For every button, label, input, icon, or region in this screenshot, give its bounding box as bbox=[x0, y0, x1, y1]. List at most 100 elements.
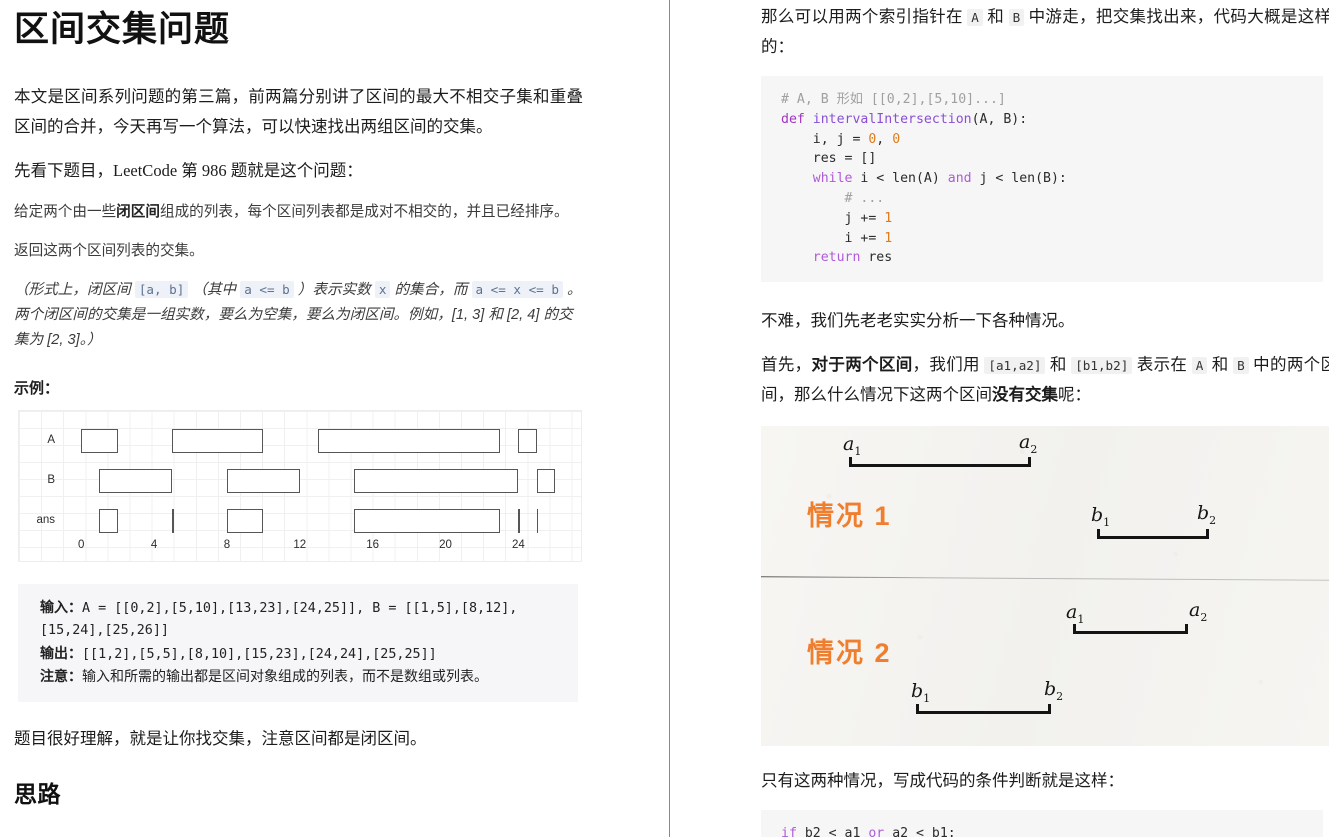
io-input-key: 输入： bbox=[40, 599, 82, 616]
quote-p3-c: ）表示实数 bbox=[293, 281, 375, 298]
case-1-label-b1: b1 bbox=[1091, 504, 1110, 529]
interval-axis-tick: 4 bbox=[150, 539, 158, 552]
interval-bar bbox=[518, 509, 520, 534]
io-output-line: 输出：[[1,2],[5,5],[8,10],[15,23],[24,24],[… bbox=[40, 642, 564, 666]
a1-letter-2: a bbox=[1066, 601, 1078, 624]
interval-bar bbox=[81, 429, 118, 454]
case-2-segment-a bbox=[1073, 624, 1188, 635]
case-1-label-b2: b2 bbox=[1197, 502, 1216, 527]
interval-bar bbox=[518, 429, 537, 454]
mid2-bold-2: 没有交集 bbox=[992, 385, 1058, 405]
inline-code-x: x bbox=[374, 280, 391, 298]
mid2-f: 和 bbox=[1207, 355, 1234, 375]
code-block-interval-intersection: # A, B 形如 [[0,2],[5,10]...] def interval… bbox=[761, 76, 1323, 283]
page-title: 区间交集问题 bbox=[14, 10, 231, 49]
inline-code-a-le-x-le-b: a <= x <= b bbox=[471, 280, 563, 298]
interval-bar bbox=[226, 469, 300, 494]
lead-paragraph: 先看下题目，LeetCode 第 986 题就是这个问题： bbox=[14, 160, 363, 180]
a2-sub-2: 2 bbox=[1200, 611, 1208, 625]
interval-bar bbox=[354, 509, 501, 534]
quote-p3-d: 的集合，而 bbox=[390, 281, 472, 298]
io-output-key: 输出： bbox=[40, 644, 82, 661]
interval-bar bbox=[172, 429, 264, 454]
io-note-value: 输入和所需的输出都是区间对象组成的列表，而不是数组或列表。 bbox=[82, 668, 488, 685]
interval-row-label-B: B bbox=[47, 474, 55, 487]
interval-row-label-A: A bbox=[47, 434, 55, 447]
io-output-value: [[1,2],[5,5],[8,10],[15,23],[24,24],[25,… bbox=[82, 646, 437, 662]
interval-bar bbox=[354, 469, 519, 494]
interval-axis-tick: 20 bbox=[439, 539, 452, 552]
example-label: 示例： bbox=[14, 380, 60, 398]
quote-p3-b: （其中 bbox=[188, 281, 241, 298]
a2-letter: a bbox=[1019, 431, 1031, 454]
interval-bar bbox=[536, 469, 555, 494]
interval-bar bbox=[99, 469, 173, 494]
io-note-line: 注意：输入和所需的输出都是区间对象组成的列表，而不是数组或列表。 bbox=[40, 665, 564, 689]
quote-paragraph-1: 给定两个由一些闭区间组成的列表，每个区间列表都是成对不相交的，并且已经排序。 bbox=[14, 200, 583, 225]
right-bottom-paragraph: 只有这两种情况，写成代码的条件判断就是这样： bbox=[761, 771, 1124, 791]
case-1-label-a1: a1 bbox=[843, 433, 861, 458]
quote-paragraph-2: 返回这两个区间列表的交集。 bbox=[14, 242, 204, 259]
inline-code-b1b2: [b1,b2] bbox=[1071, 357, 1133, 375]
a1-sub-2: 1 bbox=[1077, 613, 1085, 627]
case-2-label-b1: b1 bbox=[911, 680, 930, 705]
two-column-document-page: 区间交集问题 本文是区间系列问题的第三篇，前两篇分别讲了区间的最大不相交子集和重… bbox=[0, 0, 1329, 837]
b2-letter: b bbox=[1197, 502, 1210, 525]
intro-paragraph: 本文是区间系列问题的第三篇，前两篇分别讲了区间的最大不相交子集和重叠区间的合并，… bbox=[14, 86, 583, 136]
b1-sub: 1 bbox=[1103, 516, 1111, 530]
right-top-b: 和 bbox=[982, 7, 1009, 26]
interval-axis-tick: 12 bbox=[293, 539, 307, 552]
mid2-a: 首先， bbox=[761, 355, 812, 375]
b1-letter-2: b bbox=[911, 680, 924, 703]
left-column: 区间交集问题 本文是区间系列问题的第三篇，前两篇分别讲了区间的最大不相交子集和重… bbox=[0, 0, 669, 837]
inline-code-B-2: B bbox=[1233, 357, 1249, 375]
interval-bar bbox=[172, 509, 174, 534]
interval-bar bbox=[226, 509, 264, 534]
interval-axis-tick: 0 bbox=[78, 539, 85, 552]
mid2-d: 和 bbox=[1045, 355, 1072, 375]
right-top-a: 那么可以用两个索引指针在 bbox=[761, 7, 968, 26]
code-block-no-intersection-condition: if b2 < a1 or a2 < b1: [a1,a2] 和 [b1,b2]… bbox=[761, 810, 1323, 837]
after-example-paragraph: 题目很好理解，就是让你找交集，注意区间都是闭区间。 bbox=[14, 729, 427, 749]
case-2-label-a2: a2 bbox=[1189, 599, 1207, 624]
quote-paragraph-3: （形式上，闭区间 [a, b] （其中 a <= b ）表示实数 x 的集合，而… bbox=[14, 278, 583, 353]
right-mid-paragraph-2: 首先，对于两个区间，我们用 [a1,a2] 和 [b1,b2] 表示在 A 和 … bbox=[761, 350, 1329, 410]
b1-letter: b bbox=[1091, 504, 1104, 527]
b2-letter-2: b bbox=[1044, 678, 1057, 701]
right-top-paragraph: 那么可以用两个索引指针在 A 和 B 中游走，把交集找出来，代码大概是这样的： bbox=[761, 2, 1329, 62]
interval-row-label-ans: ans bbox=[36, 514, 55, 527]
b2-sub: 2 bbox=[1209, 514, 1217, 528]
b2-sub-2: 2 bbox=[1056, 690, 1064, 704]
interval-bar bbox=[318, 429, 501, 454]
mid2-i: 呢： bbox=[1058, 385, 1091, 405]
case-1-segment-b bbox=[1097, 529, 1209, 540]
a2-letter-2: a bbox=[1189, 599, 1201, 622]
interval-chart: A Bans 0 4 8 12 16 20 24 bbox=[18, 410, 582, 563]
inline-code-A: A bbox=[967, 9, 983, 26]
right-column: 那么可以用两个索引指针在 A 和 B 中游走，把交集找出来，代码大概是这样的： … bbox=[670, 0, 1329, 837]
interval-axis-tick: 24 bbox=[511, 539, 525, 552]
case-1-label-a2: a2 bbox=[1019, 431, 1037, 456]
interval-bar bbox=[99, 509, 118, 534]
case-2-label-a1: a1 bbox=[1066, 601, 1084, 626]
mid2-bold-1: 对于两个区间 bbox=[811, 355, 913, 375]
section-heading-approach: 思路 bbox=[14, 782, 61, 808]
mid2-e: 表示在 bbox=[1132, 355, 1192, 375]
a1-letter: a bbox=[843, 433, 855, 456]
quote-p1-c: 组成的列表，每个区间列表都是成对不相交的，并且已经排序。 bbox=[159, 203, 569, 220]
inline-code-A-2: A bbox=[1191, 357, 1208, 375]
inline-code-B: B bbox=[1008, 9, 1025, 26]
quote-p3-a: （形式上，闭区间 bbox=[14, 281, 135, 298]
interval-axis-tick: 8 bbox=[223, 539, 231, 552]
mid2-c: ，我们用 bbox=[912, 355, 985, 375]
right-mid-paragraph-1: 不难，我们先老老实实分析一下各种情况。 bbox=[761, 311, 1075, 331]
io-input-line: 输入：A = [[0,2],[5,10],[13,23],[24,25]], B… bbox=[40, 596, 564, 641]
interval-bar bbox=[536, 509, 539, 534]
case-1-segment-a bbox=[849, 457, 1031, 468]
problem-quote: 给定两个由一些闭区间组成的列表，每个区间列表都是成对不相交的，并且已经排序。 返… bbox=[14, 200, 583, 353]
no-intersection-cases-figure: 情况 1 a1 a2 b1 b2 情况 2 a1 a2 b1 b2 bbox=[761, 426, 1329, 747]
a2-sub: 2 bbox=[1030, 443, 1038, 457]
case-2-label: 情况 2 bbox=[807, 638, 892, 669]
quote-p1-a: 给定两个由一些 bbox=[14, 203, 117, 220]
quote-p1-bold: 闭区间 bbox=[116, 203, 160, 220]
